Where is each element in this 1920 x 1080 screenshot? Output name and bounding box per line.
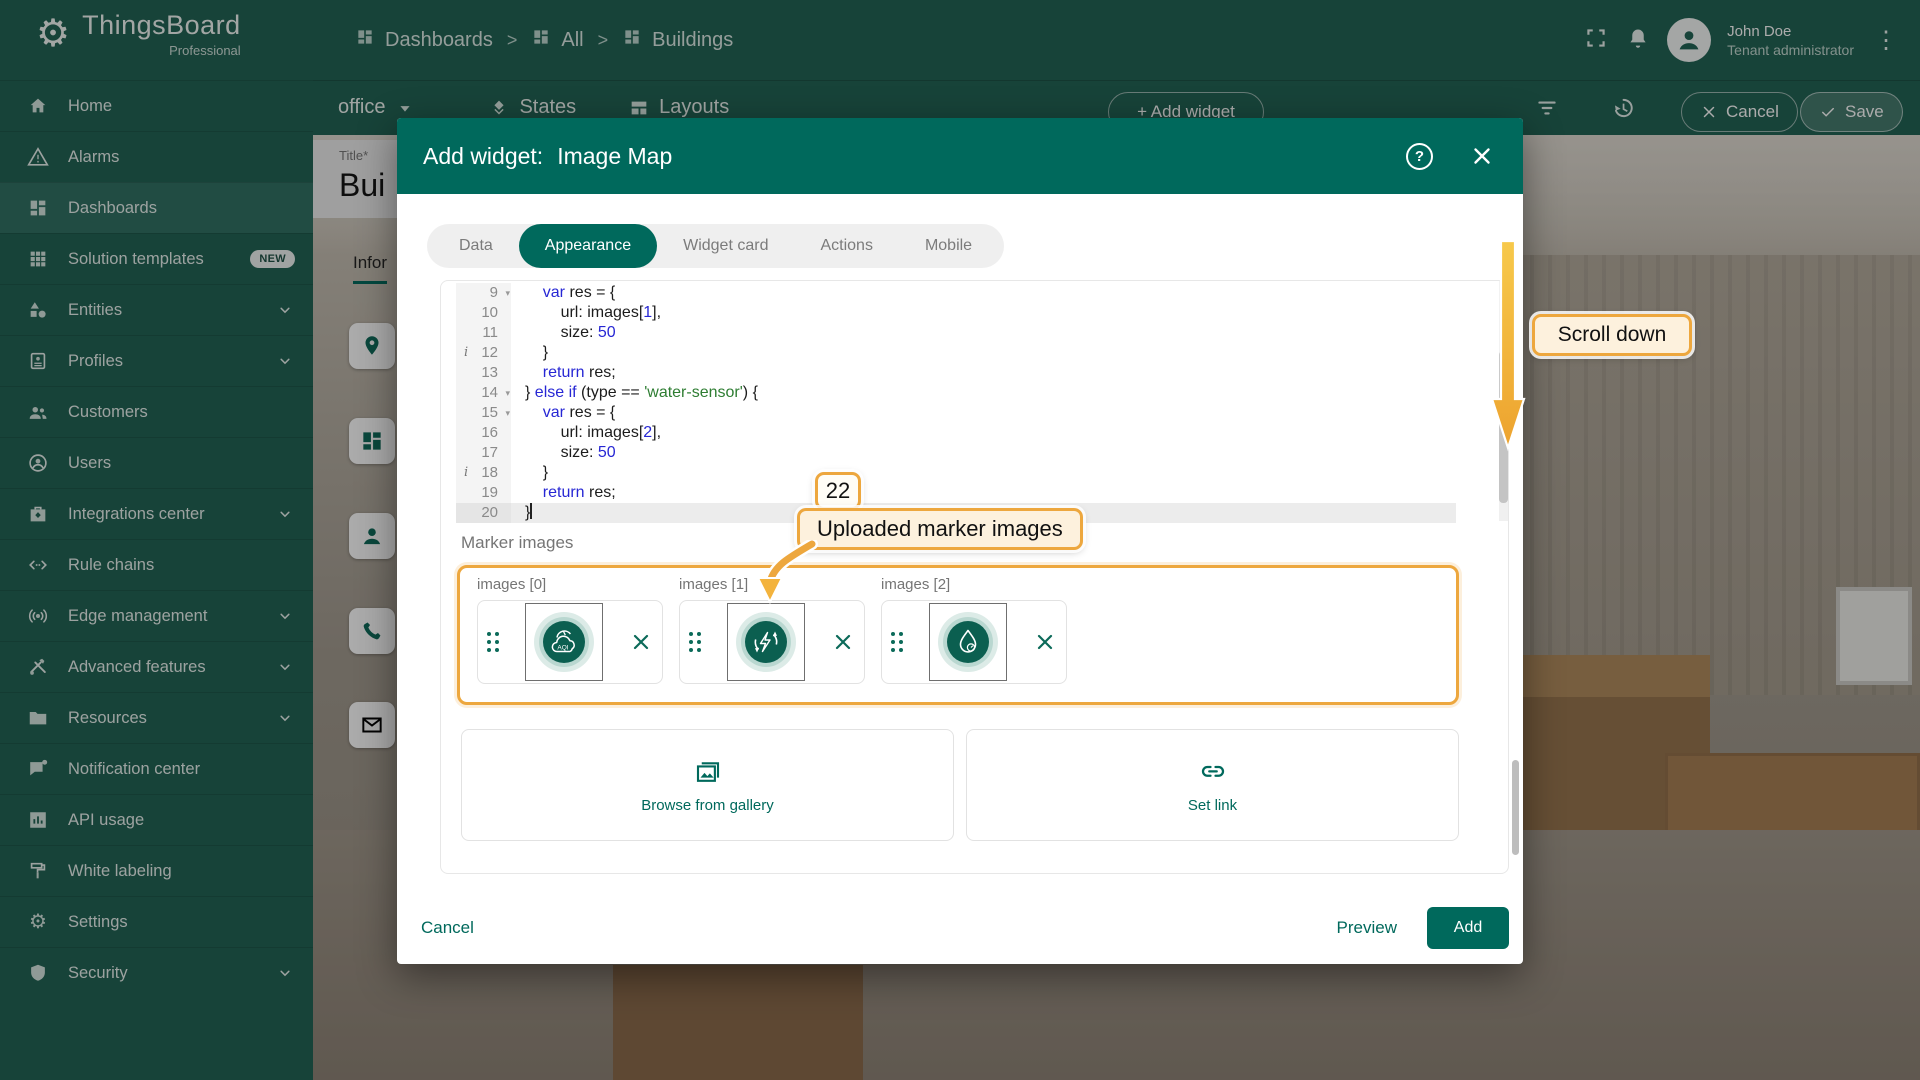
fold-caret-icon: ▾ [505,403,510,423]
scroll-down-arrow [1488,238,1528,454]
marker-image-card [679,600,865,684]
help-icon[interactable]: ? [1406,143,1433,170]
text-cursor [530,503,532,519]
tutorial-tooltip: Uploaded marker images [797,508,1083,550]
fold-caret-icon: ▾ [505,383,510,403]
code-line-12: i12 } [456,343,1456,363]
code-line-16: 16 url: images[2], [456,423,1456,443]
code-line-19: 19 return res; [456,483,1456,503]
water-sensor-marker-icon[interactable] [929,603,1007,681]
dialog-tabs: DataAppearanceWidget cardActionsMobile [427,224,1004,268]
code-line-13: 13 return res; [456,363,1456,383]
line-number: 20 [456,503,511,523]
line-number: 15▾ [456,403,511,423]
line-number: 19 [456,483,511,503]
marker-image-card: AQI [477,600,663,684]
dialog-scrollbar[interactable] [1512,760,1519,855]
remove-image-icon[interactable] [1033,630,1057,654]
tab-mobile[interactable]: Mobile [899,224,998,268]
preview-button[interactable]: Preview [1337,918,1397,938]
drag-handle-icon[interactable] [891,632,903,652]
line-number: 11 [456,323,511,343]
svg-text:AQI: AQI [557,645,568,652]
close-icon[interactable] [1469,143,1495,169]
line-number: 17 [456,443,511,463]
screen: ⚙ ThingsBoard Professional Dashboards>Al… [0,0,1920,1080]
info-marker-icon: i [464,343,468,363]
code-line-11: 11 size: 50 [456,323,1456,343]
info-marker-icon: i [464,463,468,483]
aqi-sensor-marker-icon[interactable]: AQI [525,603,603,681]
marker-image-label: images [0] [477,576,663,593]
marker-images-list: images [0]AQIimages [1]images [2] [457,565,1459,705]
line-number: i18 [456,463,511,483]
code-line-14: 14▾} else if (type == 'water-sensor') { [456,383,1456,403]
link-icon [1198,757,1228,787]
dialog-footer: Cancel Preview Add [421,906,1509,950]
marker-image-card [881,600,1067,684]
code-line-15: 15▾ var res = { [456,403,1456,423]
gallery-icon [693,757,723,787]
widget-type-name: Image Map [557,143,672,169]
browse-from-gallery-button[interactable]: Browse from gallery [461,729,954,841]
remove-image-icon[interactable] [831,630,855,654]
cancel-button[interactable]: Cancel [421,918,474,938]
scroll-down-hint: Scroll down [1532,314,1692,356]
drag-handle-icon[interactable] [689,632,701,652]
line-number: i12 [456,343,511,363]
tab-data[interactable]: Data [433,224,519,268]
tab-widget-card[interactable]: Widget card [657,224,794,268]
marker-image-label: images [2] [881,576,1067,593]
code-line-10: 10 url: images[1], [456,303,1456,323]
energy-sensor-marker-icon[interactable] [727,603,805,681]
remove-image-icon[interactable] [629,630,653,654]
add-button[interactable]: Add [1427,907,1509,949]
fold-caret-icon: ▾ [505,283,510,303]
set-link-button[interactable]: Set link [966,729,1459,841]
line-number: 10 [456,303,511,323]
code-line-17: 17 size: 50 [456,443,1456,463]
line-number: 14▾ [456,383,511,403]
drag-handle-icon[interactable] [487,632,499,652]
line-number: 13 [456,363,511,383]
code-line-18: i18 } [456,463,1456,483]
marker-image-item: images [0] AQI [477,576,663,684]
marker-image-item: images [2] [881,576,1067,684]
marker-images-label: Marker images [461,533,573,553]
tab-actions[interactable]: Actions [794,224,898,268]
line-number: 16 [456,423,511,443]
code-line-9: 9▾ var res = { [456,283,1456,303]
tutorial-curved-arrow [748,540,828,610]
dialog-title: Add widget:Image Map [423,143,672,170]
dialog-header: Add widget:Image Map ? [397,118,1523,194]
marker-image-function-editor[interactable]: 9▾ var res = {10 url: images[1],11 size:… [456,283,1456,523]
tutorial-step-badge: 22 [815,472,861,510]
tab-appearance[interactable]: Appearance [519,224,657,268]
line-number: 9▾ [456,283,511,303]
appearance-settings-panel: 9▾ var res = {10 url: images[1],11 size:… [440,280,1509,874]
